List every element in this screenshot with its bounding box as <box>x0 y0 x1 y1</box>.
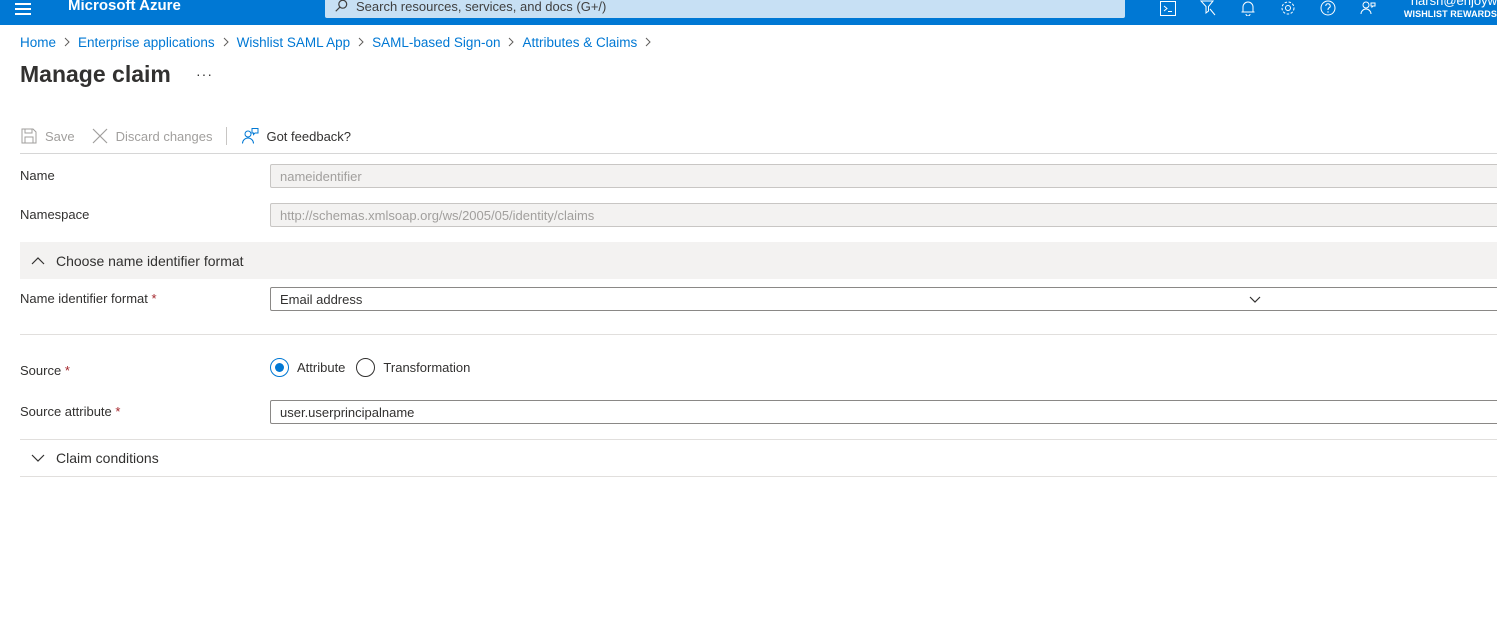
source-attribute-input[interactable]: user.userprincipalname <box>270 400 1497 424</box>
section-divider <box>20 334 1497 335</box>
account-menu[interactable]: harsh@enjoyw WISHLIST REWARDS <box>1397 0 1497 20</box>
account-user-name: harsh@enjoyw <box>1410 0 1497 8</box>
source-attribute-value: user.userprincipalname <box>280 404 415 420</box>
global-search-input[interactable]: Search resources, services, and docs (G+… <box>325 0 1125 18</box>
name-field: nameidentifier <box>270 164 1497 188</box>
required-marker: * <box>115 404 121 419</box>
close-icon <box>92 128 108 144</box>
account-tenant-name: WISHLIST REWARDS <box>1403 9 1497 19</box>
portal-brand[interactable]: Microsoft Azure <box>68 0 181 16</box>
namespace-label: Namespace <box>20 207 90 222</box>
format-selected-value: Email address <box>280 291 363 307</box>
save-button[interactable]: Save <box>20 127 75 145</box>
toolbar-divider <box>226 127 228 145</box>
name-identifier-format-section[interactable]: Choose name identifier format <box>20 242 1497 279</box>
chevron-right-icon <box>56 36 78 50</box>
source-label: Source * <box>20 363 70 378</box>
section-title: Claim conditions <box>56 449 159 466</box>
namespace-value: http://schemas.xmlsoap.org/ws/2005/05/id… <box>280 207 595 223</box>
settings-icon[interactable] <box>1268 0 1308 19</box>
name-identifier-format-dropdown[interactable]: Email address <box>270 287 1497 311</box>
more-options-button[interactable]: ··· <box>196 66 213 82</box>
hamburger-menu-icon[interactable] <box>15 3 33 17</box>
chevron-right-icon <box>637 36 659 50</box>
source-attribute-label: Source attribute * <box>20 404 121 419</box>
search-icon <box>335 0 348 12</box>
feedback-button[interactable]: Got feedback? <box>241 127 351 145</box>
directory-filter-icon[interactable] <box>1188 0 1228 19</box>
chevron-down-icon <box>1249 296 1261 303</box>
claim-conditions-section[interactable]: Claim conditions <box>20 439 1497 476</box>
required-marker: * <box>64 363 70 378</box>
cloud-shell-icon[interactable] <box>1148 0 1188 19</box>
chevron-right-icon <box>215 36 237 50</box>
command-bar: Save Discard changes Got feedback? <box>20 123 351 149</box>
command-bar-divider <box>20 153 1497 154</box>
chevron-right-icon <box>500 36 522 50</box>
breadcrumb-enterprise-applications[interactable]: Enterprise applications <box>78 35 215 50</box>
notifications-icon[interactable] <box>1228 0 1268 19</box>
feedback-icon[interactable] <box>1348 0 1388 19</box>
namespace-field: http://schemas.xmlsoap.org/ws/2005/05/id… <box>270 203 1497 227</box>
breadcrumb-saml-sign-on[interactable]: SAML-based Sign-on <box>372 35 500 50</box>
name-identifier-format-label: Name identifier format * <box>20 291 157 306</box>
discard-label: Discard changes <box>115 128 213 144</box>
save-icon <box>21 128 37 144</box>
feedback-person-icon <box>242 128 259 144</box>
source-attribute-radio[interactable]: Attribute <box>270 358 345 377</box>
name-value: nameidentifier <box>280 168 362 184</box>
breadcrumb: Home Enterprise applications Wishlist SA… <box>20 35 659 50</box>
radio-label: Transformation <box>383 360 471 375</box>
name-label: Name <box>20 168 55 183</box>
breadcrumb-home[interactable]: Home <box>20 35 56 50</box>
radio-label: Attribute <box>297 360 346 375</box>
source-radio-group: Attribute Transformation <box>270 358 481 377</box>
required-marker: * <box>151 291 157 306</box>
help-icon[interactable] <box>1308 0 1348 19</box>
breadcrumb-app[interactable]: Wishlist SAML App <box>237 35 351 50</box>
breadcrumb-attributes-claims[interactable]: Attributes & Claims <box>522 35 637 50</box>
source-transformation-radio[interactable]: Transformation <box>356 358 470 377</box>
search-placeholder: Search resources, services, and docs (G+… <box>356 0 607 14</box>
chevron-right-icon <box>350 36 372 50</box>
save-label: Save <box>45 128 75 144</box>
chevron-down-icon <box>31 454 47 462</box>
feedback-label: Got feedback? <box>266 128 352 144</box>
section-title: Choose name identifier format <box>56 252 244 269</box>
section-divider <box>20 476 1497 477</box>
top-nav-bar: Microsoft Azure Search resources, servic… <box>0 0 1497 25</box>
page-title: Manage claim <box>20 61 171 87</box>
discard-changes-button[interactable]: Discard changes <box>91 127 213 145</box>
chevron-up-icon <box>31 256 47 265</box>
